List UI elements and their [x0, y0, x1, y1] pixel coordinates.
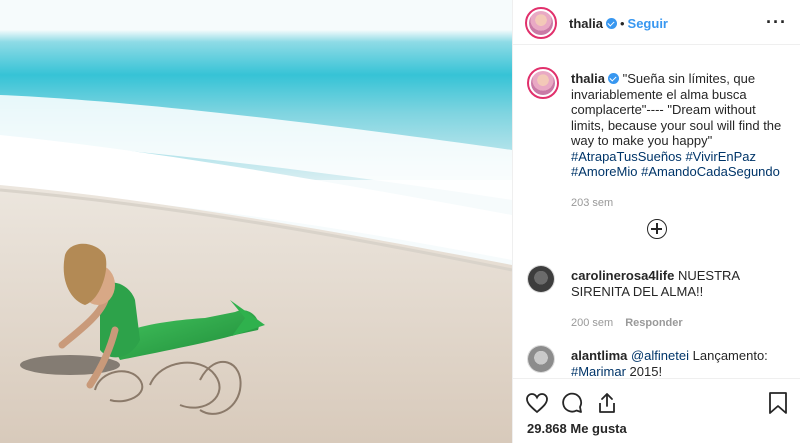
- comment-meta: 200 sem Responder: [571, 313, 683, 331]
- hashtag-link[interactable]: #AmandoCadaSegundo: [641, 164, 780, 179]
- reply-button[interactable]: Responder: [625, 317, 682, 329]
- comment-timestamp[interactable]: 200 sem: [571, 317, 613, 329]
- likes-count[interactable]: 29.868 Me gusta: [527, 421, 627, 436]
- commenter-avatar[interactable]: [527, 345, 555, 373]
- likes-label: Me gusta: [570, 421, 627, 436]
- verified-badge-icon: [607, 73, 619, 84]
- post-side-panel: thalia • Seguir ··· thalia "Sueña sin lími…: [512, 0, 800, 443]
- plus-circle-icon[interactable]: [647, 219, 667, 239]
- caption-username[interactable]: thalia: [571, 71, 605, 86]
- likes-number: 29.868: [527, 421, 567, 436]
- more-options-icon[interactable]: ···: [766, 13, 787, 31]
- caption-comment: thalia "Sueña sin límites, que invariabl…: [527, 67, 789, 237]
- comment-text-end: 2015!: [629, 363, 663, 379]
- caption-avatar[interactable]: [527, 67, 559, 99]
- follow-button[interactable]: Seguir: [628, 16, 668, 31]
- share-icon[interactable]: [595, 391, 619, 415]
- verified-badge-icon: [605, 18, 617, 29]
- heart-icon[interactable]: [525, 391, 549, 415]
- comment-icon[interactable]: [560, 391, 584, 415]
- hashtag-link[interactable]: #AtrapaTusSueños: [571, 149, 682, 164]
- comment-username[interactable]: carolinerosa4life: [571, 268, 674, 283]
- comment-item: alantlima @alfinetei Lançamento: #Marima…: [527, 345, 789, 378]
- comment-text-block: alantlima @alfinetei Lançamento: #Marima…: [571, 348, 789, 378]
- post-photo[interactable]: [0, 0, 512, 443]
- bookmark-icon[interactable]: [767, 391, 789, 415]
- author-username[interactable]: thalia: [569, 16, 603, 31]
- post-header: thalia • Seguir ···: [513, 0, 800, 45]
- author-line: thalia • Seguir: [569, 15, 668, 33]
- separator-dot: •: [619, 16, 625, 31]
- comment-text: Lançamento:: [692, 348, 768, 363]
- caption-timestamp[interactable]: 203 sem: [571, 197, 613, 209]
- comment-item: carolinerosa4life NUESTRA SIRENITA DEL A…: [527, 265, 789, 335]
- comment-username[interactable]: alantlima: [571, 348, 627, 363]
- author-avatar[interactable]: [525, 7, 557, 39]
- hashtag-link[interactable]: #AmoreMio: [571, 164, 637, 179]
- comment-text-block: carolinerosa4life NUESTRA SIRENITA DEL A…: [571, 268, 789, 299]
- hashtag-link[interactable]: #VivirEnPaz: [685, 149, 756, 164]
- post-actions: 29.868 Me gusta: [513, 378, 800, 443]
- comments-list[interactable]: thalia "Sueña sin límites, que invariabl…: [513, 45, 800, 378]
- mention-link[interactable]: @alfinetei: [631, 348, 689, 363]
- beach-mermaid-photo: [0, 0, 512, 443]
- caption-text-block: thalia "Sueña sin límites, que invariabl…: [571, 71, 789, 180]
- hashtag-link[interactable]: #Marimar: [571, 364, 626, 379]
- commenter-avatar[interactable]: [527, 265, 555, 293]
